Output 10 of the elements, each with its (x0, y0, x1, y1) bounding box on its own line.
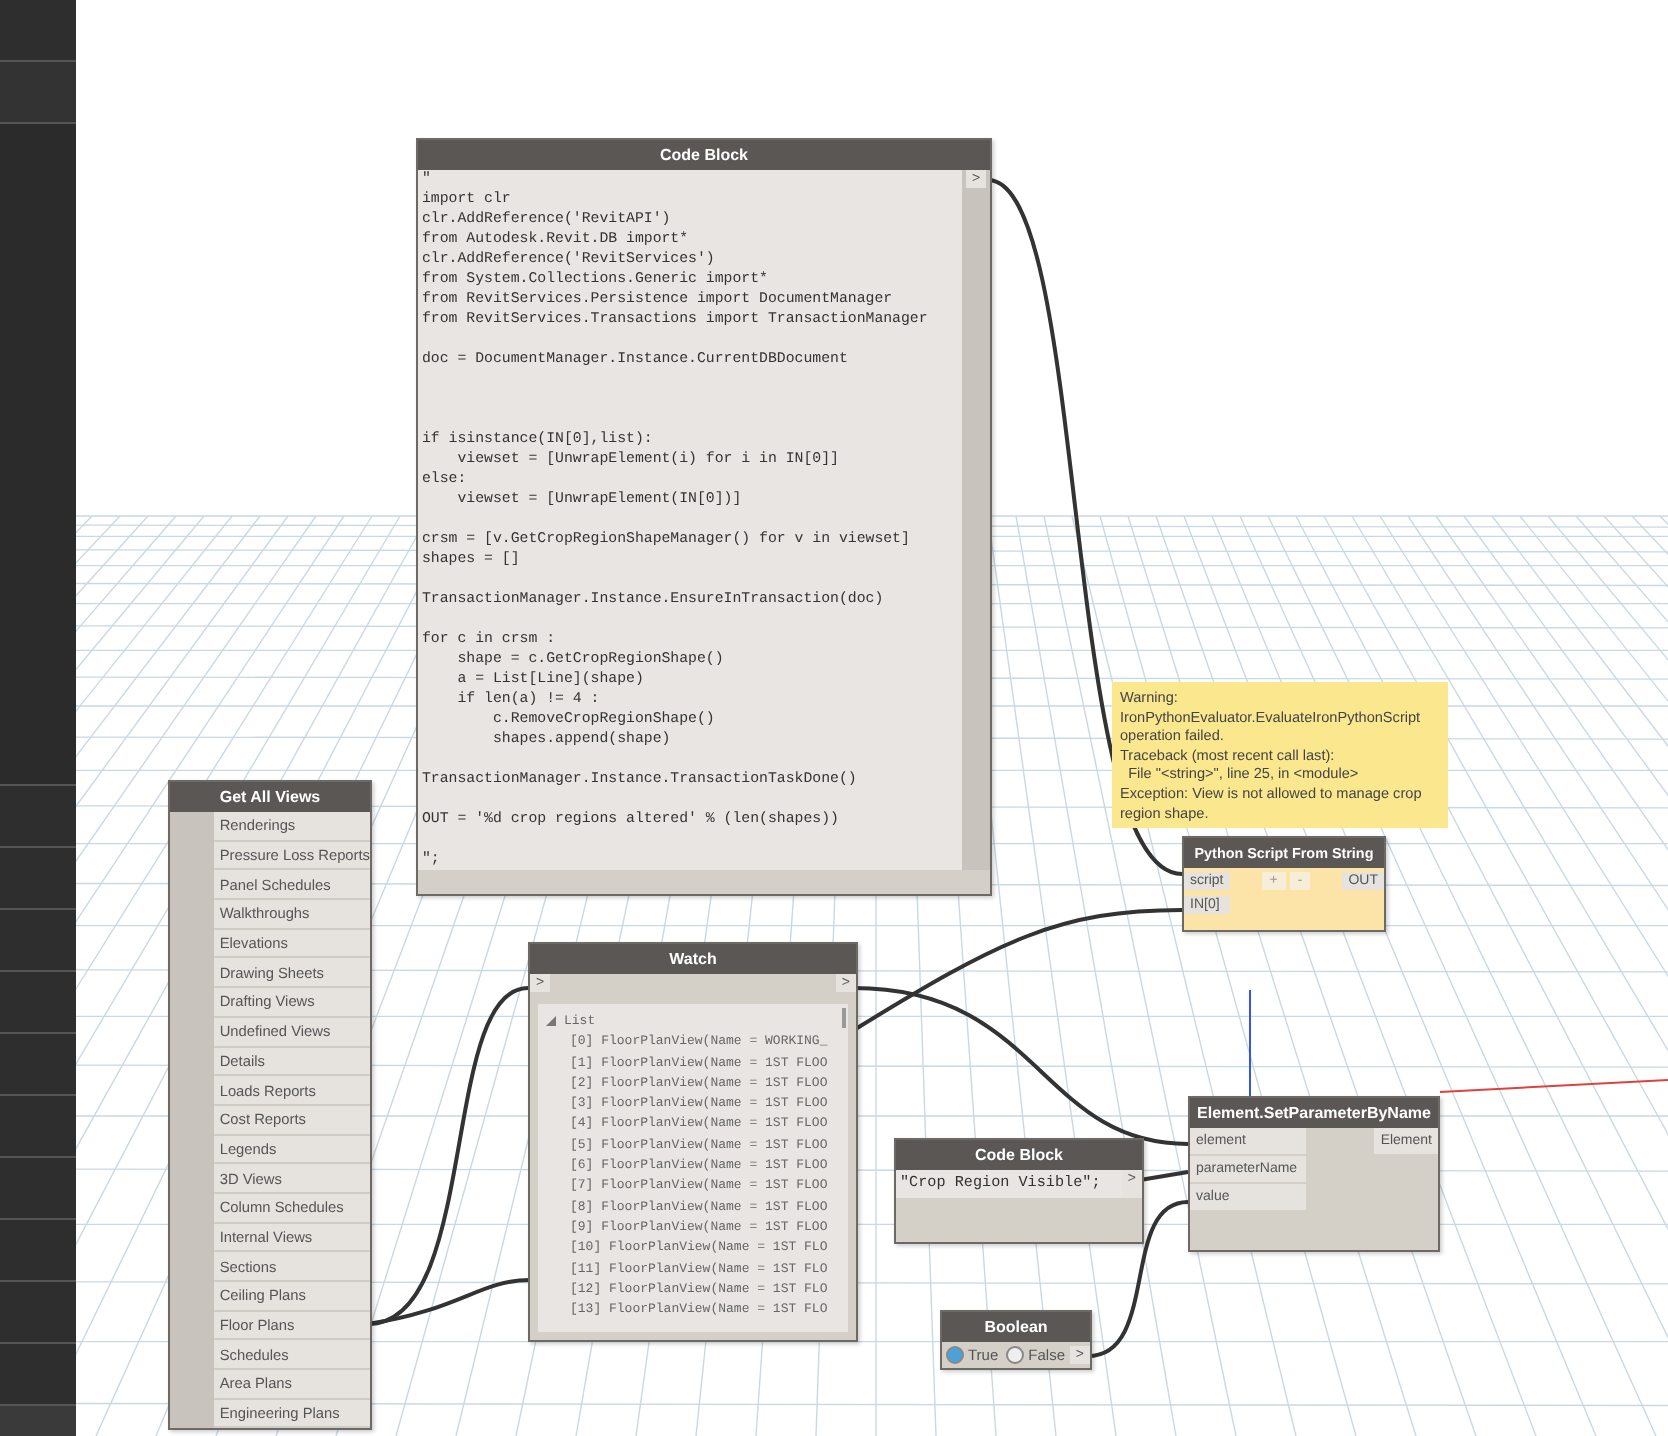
get-all-views-node[interactable] (168, 780, 372, 1431)
scroll-thumb[interactable] (842, 1008, 846, 1028)
expand-triangle-icon[interactable] (546, 1016, 558, 1029)
node-title: Boolean (942, 1312, 1090, 1342)
node-title: Code Block (896, 1140, 1142, 1170)
node-title: Get All Views (170, 782, 370, 812)
watch-node[interactable] (528, 942, 858, 1342)
node-title: Element.SetParameterByName (1190, 1098, 1438, 1128)
node-title: Watch (530, 944, 856, 974)
node-title: Code Block (418, 140, 990, 170)
